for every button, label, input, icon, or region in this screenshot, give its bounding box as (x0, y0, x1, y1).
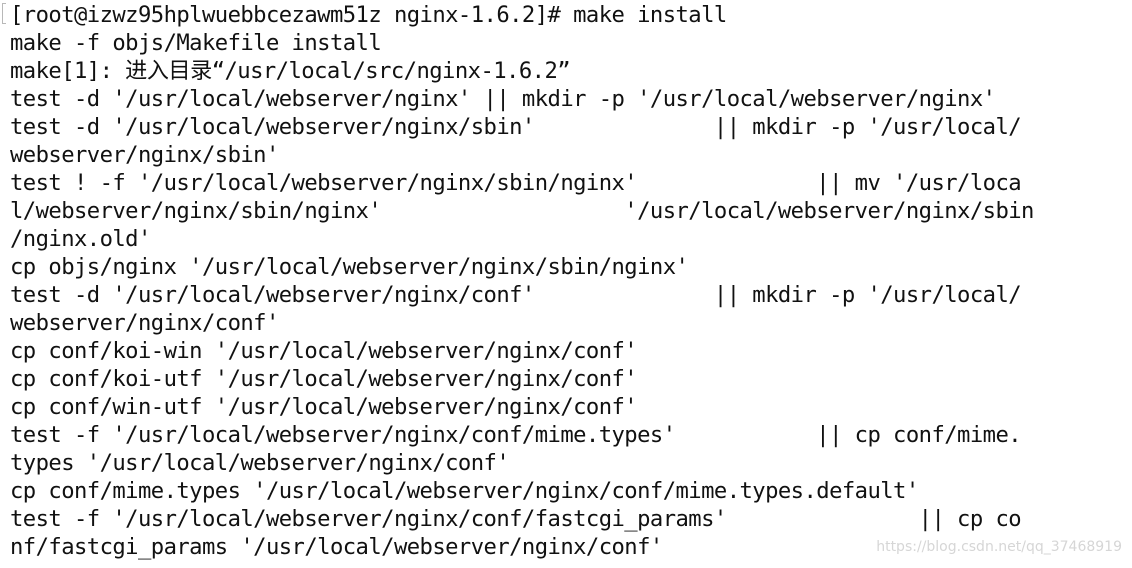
terminal-window[interactable]: [root@izwz95hplwuebbcezawm51z nginx-1.6.… (0, 0, 1132, 568)
terminal-line: types '/usr/local/webserver/nginx/conf' (10, 450, 510, 476)
terminal-line: test -f '/usr/local/webserver/nginx/conf… (10, 506, 1022, 532)
terminal-line: make[1]: 进入目录“/usr/local/src/nginx-1.6.2… (10, 58, 571, 84)
terminal-line: [root@izwz95hplwuebbcezawm51z nginx-1.6.… (10, 2, 727, 28)
terminal-line: cp conf/mime.types '/usr/local/webserver… (10, 478, 919, 504)
terminal-line: make -f objs/Makefile install (10, 30, 382, 56)
terminal-line: cp conf/koi-utf '/usr/local/webserver/ng… (10, 366, 638, 392)
prompt-marker-icon (2, 3, 6, 24)
terminal-line: /nginx.old' (10, 226, 151, 252)
terminal-line: cp objs/nginx '/usr/local/webserver/ngin… (10, 254, 689, 280)
terminal-line: test -f '/usr/local/webserver/nginx/conf… (10, 422, 1022, 448)
terminal-output: [root@izwz95hplwuebbcezawm51z nginx-1.6.… (10, 1, 1034, 561)
terminal-line: l/webserver/nginx/sbin/nginx' '/usr/loca… (10, 198, 1034, 224)
watermark: https://blog.csdn.net/qq_37468919 (876, 539, 1122, 555)
terminal-line: webserver/nginx/sbin' (10, 142, 279, 168)
terminal-line: test ! -f '/usr/local/webserver/nginx/sb… (10, 170, 1022, 196)
terminal-line: cp conf/win-utf '/usr/local/webserver/ng… (10, 394, 638, 420)
terminal-line: test -d '/usr/local/webserver/nginx/conf… (10, 282, 1022, 308)
terminal-line: test -d '/usr/local/webserver/nginx/sbin… (10, 114, 1022, 140)
terminal-line: test -d '/usr/local/webserver/nginx' || … (10, 86, 996, 112)
terminal-line: webserver/nginx/conf' (10, 310, 279, 336)
terminal-line: cp conf/koi-win '/usr/local/webserver/ng… (10, 338, 638, 364)
